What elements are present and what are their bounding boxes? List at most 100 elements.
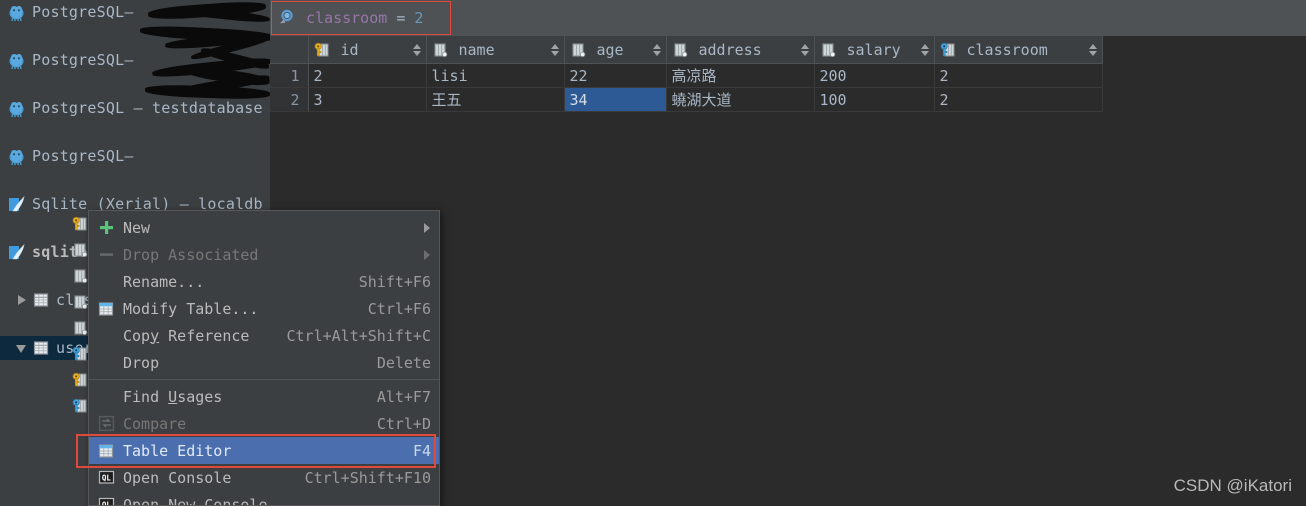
chevron-closed-icon[interactable]	[14, 292, 30, 308]
row-number: 2	[270, 87, 309, 112]
menu-item-drop-associated: Drop Associated	[89, 241, 439, 268]
column-header-age[interactable]: age	[564, 36, 667, 64]
table-icon	[98, 442, 115, 459]
key-gold-icon	[314, 42, 330, 58]
menu-item-label: Modify Table...	[123, 299, 259, 318]
cell-name[interactable]: lisi	[426, 63, 565, 88]
key-gold-icon	[72, 372, 88, 388]
cell-id[interactable]: 3	[308, 87, 427, 112]
column-header-label: age	[596, 40, 624, 59]
postgresql-icon	[8, 100, 25, 117]
minus-icon-slot	[95, 246, 117, 264]
tree-item-postgresql[interactable]: PostgreSQL —	[0, 144, 270, 168]
table-row[interactable]: 2 3 王五 34 蟯湖大道 100 2	[270, 87, 1103, 112]
tree-item-label: PostgreSQL	[32, 51, 125, 69]
cell-salary[interactable]: 200	[814, 63, 935, 88]
column-icon	[72, 320, 88, 336]
menu-item-new[interactable]: New	[89, 214, 439, 241]
column-header-address[interactable]: address	[666, 36, 815, 64]
column-header-label: name	[458, 40, 495, 59]
ql-console-icon-slot: QL	[95, 469, 117, 487]
column-icon	[72, 268, 88, 284]
cell-address[interactable]: 蟯湖大道	[666, 87, 815, 112]
sort-toggle-icon[interactable]	[800, 43, 810, 57]
sort-toggle-icon[interactable]	[920, 43, 930, 57]
column-header-salary[interactable]: salary	[814, 36, 935, 64]
column-icon	[672, 42, 688, 58]
column-header-id[interactable]: id	[308, 36, 427, 64]
ql-console-icon: QL	[98, 469, 115, 486]
menu-item-label: Copy Reference	[123, 326, 250, 345]
column-header-classroom[interactable]: classroom	[934, 36, 1103, 64]
menu-item-open-console[interactable]: QL Open Console Ctrl+Shift+F10	[89, 464, 439, 491]
sqlite-icon	[8, 243, 25, 261]
sort-toggle-icon[interactable]	[412, 43, 422, 57]
cell-classroom[interactable]: 2	[934, 63, 1103, 88]
chevron-open-icon[interactable]	[14, 340, 30, 356]
menu-item-open-new-console[interactable]: QL Open New Console	[89, 491, 439, 506]
table-icon	[98, 300, 115, 317]
svg-text:QL: QL	[101, 473, 111, 482]
sort-toggle-icon[interactable]	[1088, 43, 1098, 57]
column-header-name[interactable]: name	[426, 36, 565, 64]
menu-item-table-editor[interactable]: Table Editor F4	[89, 437, 439, 464]
ql-console-icon-slot: QL	[95, 496, 117, 506]
cell-name[interactable]: 王五	[426, 87, 565, 112]
postgresql-icon	[8, 148, 25, 165]
tree-item-suffix: —	[124, 51, 134, 69]
minus-icon	[98, 246, 115, 263]
table-row[interactable]: 1 2 lisi 22 高凉路 200 2	[270, 63, 1103, 88]
menu-item-label: Open Console	[123, 468, 232, 487]
menu-item-rename[interactable]: Rename... Shift+F6	[89, 268, 439, 295]
sqlite-icon	[8, 195, 25, 213]
menu-item-modify-table[interactable]: Modify Table... Ctrl+F6	[89, 295, 439, 322]
sort-toggle-icon[interactable]	[550, 43, 560, 57]
cell-address[interactable]: 高凉路	[666, 63, 815, 88]
column-icon	[570, 42, 586, 58]
postgresql-icon	[8, 4, 25, 21]
plus-icon-slot	[95, 219, 117, 237]
cell-salary[interactable]: 100	[814, 87, 935, 112]
key-gold-icon	[72, 216, 88, 232]
menu-icon-slot-empty	[95, 388, 117, 406]
menu-item-shortcut: Alt+F7	[376, 387, 431, 406]
search-icon	[278, 8, 298, 28]
filter-operator: =	[396, 9, 406, 27]
cell-id[interactable]: 2	[308, 63, 427, 88]
column-header-label: classroom	[966, 40, 1048, 59]
key-blue-icon	[72, 346, 88, 362]
postgresql-icon	[8, 52, 25, 69]
menu-item-label: Table Editor	[123, 441, 232, 460]
svg-text:QL: QL	[101, 500, 111, 506]
menu-item-label: New	[123, 218, 151, 237]
filter-expression: classroom = 2	[306, 9, 423, 27]
cell-classroom[interactable]: 2	[934, 87, 1103, 112]
key-blue-icon	[940, 42, 956, 58]
menu-icon-slot-empty	[95, 273, 117, 291]
row-number: 1	[270, 63, 309, 88]
ql-console-icon: QL	[98, 496, 115, 506]
key-blue-icon	[72, 398, 88, 414]
column-icon	[820, 42, 836, 58]
cell-age[interactable]: 34	[564, 87, 667, 112]
column-header-label: address	[698, 40, 762, 59]
column-icon	[72, 294, 88, 310]
filter-input[interactable]: classroom = 2	[271, 1, 451, 35]
table-icon-slot	[95, 442, 117, 460]
data-grid[interactable]: id name age address salary classroom 1 2 lisi 22…	[270, 36, 1103, 112]
menu-item-find-usages[interactable]: Find Usages Alt+F7	[89, 383, 439, 410]
menu-item-shortcut: Ctrl+F6	[367, 299, 431, 318]
menu-item-copy-reference[interactable]: Copy Reference Ctrl+Alt+Shift+C	[89, 322, 439, 349]
tree-item-postgresql-testdatabase[interactable]: PostgreSQL — testdatabase	[0, 96, 270, 120]
results-table: id name age address salary classroom 1 2 lisi 22…	[270, 36, 1103, 112]
table-icon	[32, 340, 49, 357]
menu-item-drop[interactable]: Drop Delete	[89, 349, 439, 376]
filter-toolbar: classroom = 2	[270, 0, 1306, 36]
filter-value: 2	[414, 9, 424, 27]
sort-toggle-icon[interactable]	[652, 43, 662, 57]
cell-age[interactable]: 22	[564, 63, 667, 88]
menu-item-label: Find Usages	[123, 387, 223, 406]
menu-item-shortcut: Ctrl+Alt+Shift+C	[286, 326, 432, 345]
column-icon	[72, 242, 88, 258]
context-menu[interactable]: New Drop Associated Rename... Shift+F6 Modif…	[88, 210, 440, 506]
